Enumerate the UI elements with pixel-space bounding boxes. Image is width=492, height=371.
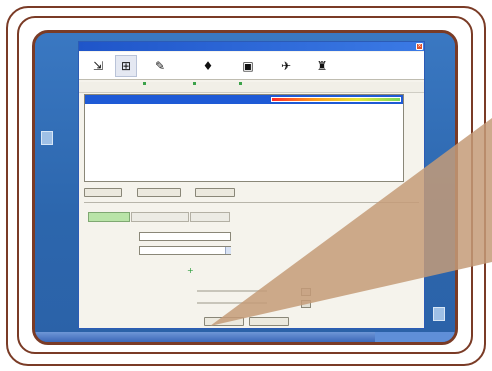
status-dot <box>239 82 242 85</box>
list-button-3[interactable] <box>195 188 235 197</box>
cancel-button[interactable] <box>249 317 289 326</box>
level-gradient-bar <box>271 97 401 102</box>
app-window: × ⇲ ⊞ ✎ ♦ ▣ ✈ ♜ + <box>78 41 425 329</box>
tool-icon-6[interactable]: ✈ <box>275 55 297 77</box>
system-tray[interactable] <box>375 332 455 342</box>
tool-icon-2[interactable]: ⊞ <box>115 55 137 77</box>
slider-track[interactable] <box>197 302 267 304</box>
tool-icon-1[interactable]: ⇲ <box>87 55 109 77</box>
chevron-down-icon[interactable] <box>225 247 231 254</box>
close-button[interactable]: × <box>416 43 423 50</box>
add-icon[interactable]: + <box>187 267 194 275</box>
item-list[interactable] <box>84 94 404 182</box>
tab-3[interactable] <box>190 212 230 222</box>
combo-field[interactable] <box>139 246 231 255</box>
divider <box>84 202 419 203</box>
value-box[interactable] <box>301 288 311 296</box>
screen: × ⇲ ⊞ ✎ ♦ ▣ ✈ ♜ + <box>32 30 458 345</box>
list-button-2[interactable] <box>137 188 181 197</box>
list-column-header[interactable] <box>79 82 424 93</box>
desktop-icon[interactable] <box>433 307 445 321</box>
tab-2[interactable] <box>131 212 189 222</box>
tab-1[interactable] <box>88 212 130 222</box>
slider-track[interactable] <box>197 290 267 292</box>
toolbar: ⇲ ⊞ ✎ ♦ ▣ ✈ ♜ <box>79 52 424 80</box>
status-dot <box>143 82 146 85</box>
status-dot <box>193 82 196 85</box>
tool-icon-5[interactable]: ▣ <box>237 55 259 77</box>
window-titlebar[interactable] <box>79 42 424 51</box>
list-button-1[interactable] <box>84 188 122 197</box>
text-field-1[interactable] <box>139 232 231 241</box>
tool-icon-3[interactable]: ✎ <box>149 55 171 77</box>
value-box[interactable] <box>301 300 311 308</box>
tool-icon-4[interactable]: ♦ <box>197 55 219 77</box>
desktop-icon[interactable] <box>41 131 53 145</box>
ok-button[interactable] <box>204 317 244 326</box>
tool-icon-7[interactable]: ♜ <box>311 55 333 77</box>
